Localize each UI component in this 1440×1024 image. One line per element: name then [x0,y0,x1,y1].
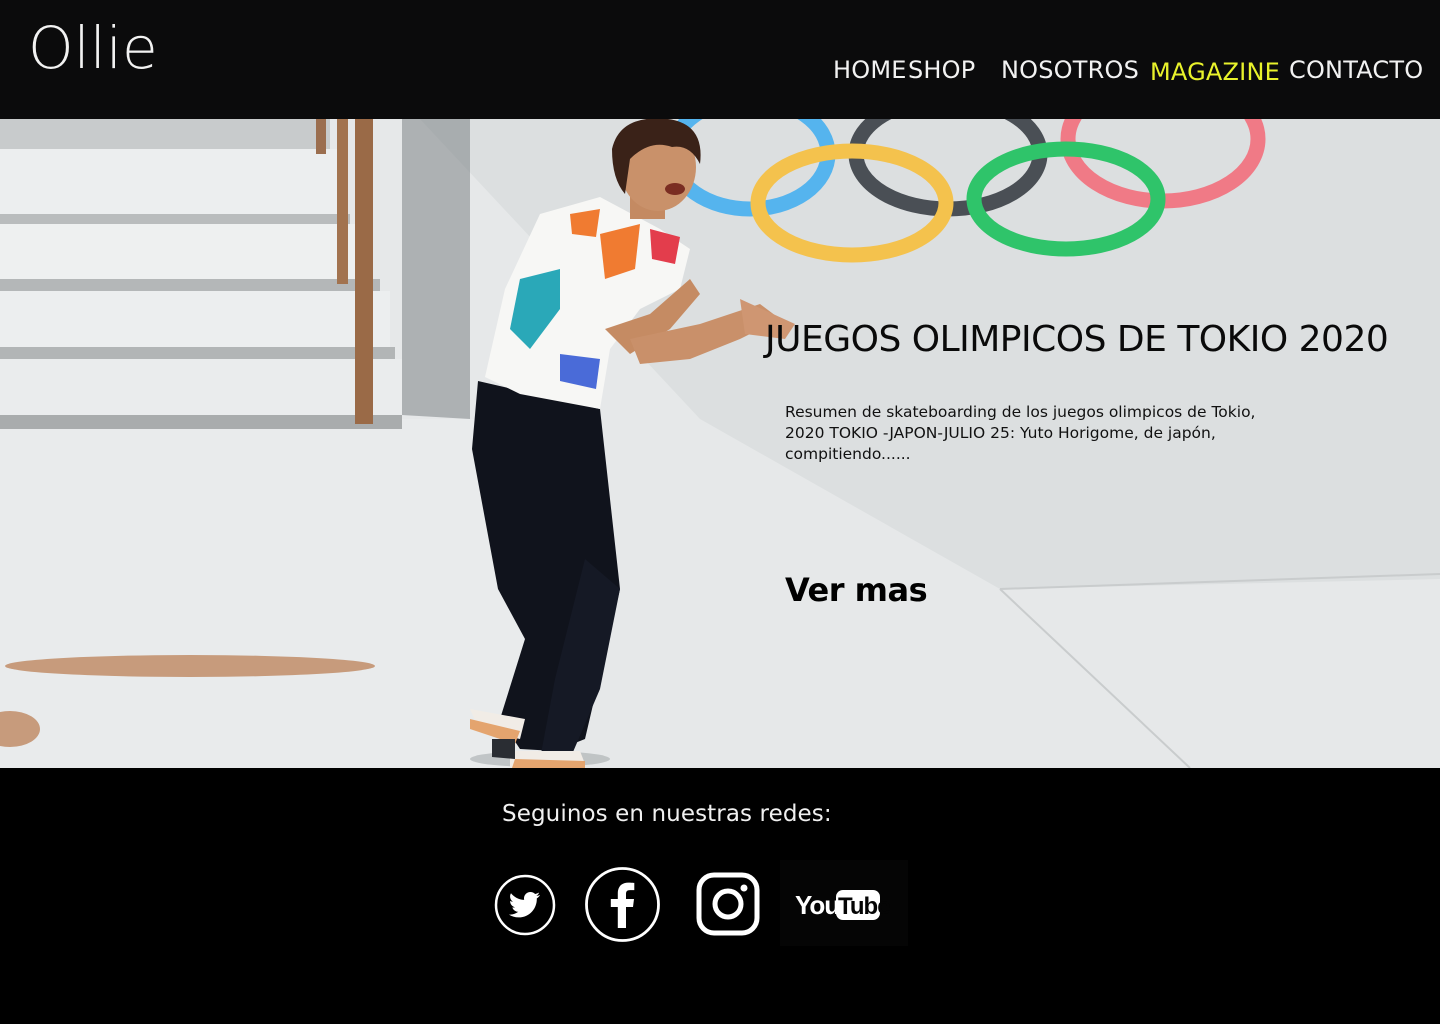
svg-text:Tube: Tube [838,893,890,920]
facebook-link[interactable] [584,866,661,943]
svg-text:You: You [795,890,839,920]
hero-title: JUEGOS OLIMPICOS DE TOKIO 2020 [765,319,1389,360]
nav-magazine[interactable]: MAGAZINE [1150,58,1280,86]
follow-us-text: Seguinos en nuestras redes: [502,801,832,827]
instagram-link[interactable] [696,872,760,936]
ver-mas-link[interactable]: Ver mas [785,571,928,609]
site-footer: Seguinos en nuestras redes: You Tube [0,768,1440,1024]
instagram-icon [696,872,760,936]
nav-home[interactable]: HOME [833,56,907,84]
hero-description: Resumen de skateboarding de los juegos o… [785,403,1256,463]
youtube-icon: You Tube [795,890,891,920]
site-logo[interactable]: Ollie [28,14,158,84]
nav-shop[interactable]: SHOP [908,56,975,84]
youtube-link[interactable]: You Tube [780,860,908,946]
nav-nosotros[interactable]: NOSOTROS [1001,56,1139,84]
site-header: Ollie HOME SHOP NOSOTROS MAGAZINE CONTAC… [0,0,1440,119]
twitter-icon [494,874,556,936]
nav-contacto[interactable]: CONTACTO [1289,56,1423,84]
hero-banner: JUEGOS OLIMPICOS DE TOKIO 2020 Resumen d… [0,119,1440,768]
facebook-icon [585,867,660,942]
twitter-link[interactable] [494,874,556,936]
